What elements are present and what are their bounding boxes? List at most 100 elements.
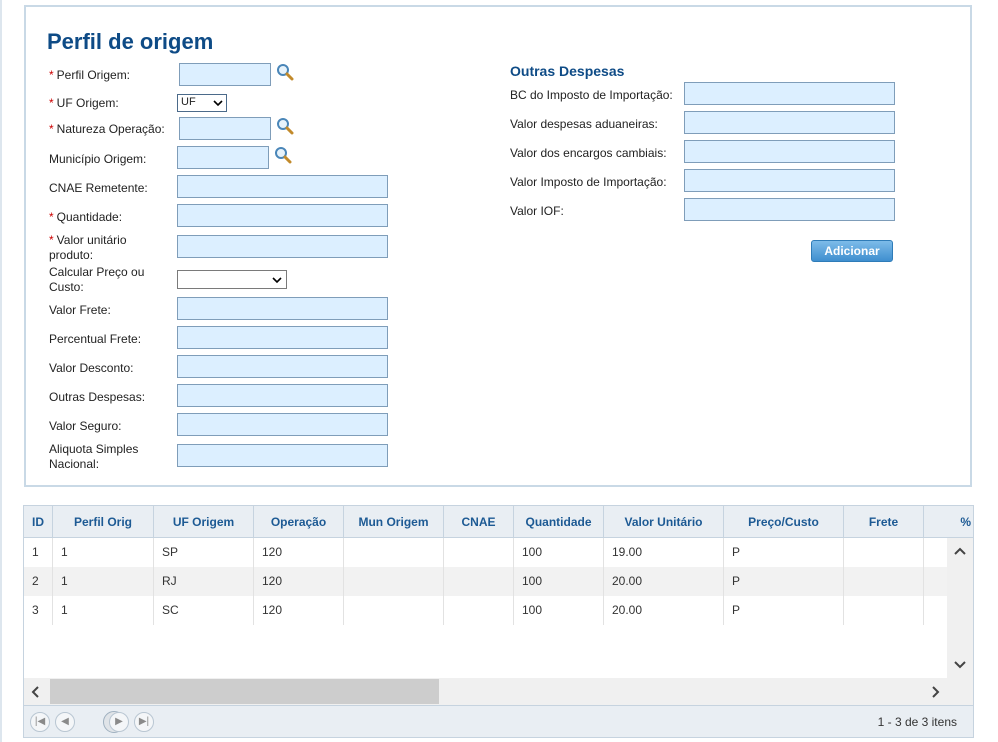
municipio-origem-input[interactable] [177, 146, 269, 169]
valor-seguro-label: Valor Seguro: [49, 419, 122, 433]
col-header-operacao[interactable]: Operação [254, 506, 344, 538]
vertical-scrollbar[interactable] [947, 538, 973, 678]
despesas-aduaneiras-input[interactable] [684, 111, 895, 134]
magnifier-icon[interactable] [274, 146, 292, 164]
horizontal-scrollbar[interactable] [24, 678, 973, 705]
cell-uf: SP [154, 538, 254, 567]
percentual-frete-label: Percentual Frete: [49, 332, 142, 346]
last-page-icon: ▶| [138, 716, 150, 727]
adicionar-button[interactable]: Adicionar [811, 240, 893, 262]
grid-pager: |◀ ◀ 1 ▶ ▶| 1 - 3 de 3 itens [24, 705, 973, 737]
cell-cnae [444, 567, 514, 596]
col-header-valor-unitario[interactable]: Valor Unitário [604, 506, 724, 538]
col-header-perfil[interactable]: Perfil Orig [53, 506, 154, 538]
valor-unitario-label: * Valor unitário produto: [49, 233, 127, 262]
col-header-id[interactable]: ID [24, 506, 53, 538]
results-grid: ID Perfil Orig UF Origem Operação Mun Or… [23, 505, 974, 738]
cell-id: 2 [24, 567, 53, 596]
first-page-button[interactable]: |◀ [30, 712, 50, 732]
cell-quantidade: 100 [514, 596, 604, 625]
valor-unitario-input[interactable] [177, 235, 388, 258]
page-title: Perfil de origem [47, 29, 214, 54]
cell-valor-unitario: 20.00 [604, 567, 724, 596]
cell-preco-custo: P [724, 538, 844, 567]
col-header-uf[interactable]: UF Origem [154, 506, 254, 538]
magnifier-icon[interactable] [276, 63, 294, 81]
perfil-origem-label: * Perfil Origem: [49, 68, 131, 82]
iof-input[interactable] [684, 198, 895, 221]
cell-frete [844, 567, 924, 596]
chevron-left-icon[interactable] [30, 685, 40, 699]
cell-mun [344, 596, 444, 625]
next-page-button[interactable]: ▶ [109, 712, 129, 732]
cell-uf: RJ [154, 567, 254, 596]
col-header-preco-custo[interactable]: Preço/Custo [724, 506, 844, 538]
uf-origem-select[interactable]: UF [177, 94, 227, 112]
col-header-quantidade[interactable]: Quantidade [514, 506, 604, 538]
cell-quantidade: 100 [514, 538, 604, 567]
bc-imposto-input[interactable] [684, 82, 895, 105]
col-header-percent[interactable]: % [924, 506, 973, 538]
form-panel: Perfil de origem * Perfil Origem: * UF Ori… [24, 5, 972, 487]
aliquota-label: Aliquota Simples Nacional: [49, 442, 139, 471]
magnifier-icon[interactable] [276, 117, 294, 135]
cnae-remetente-label: CNAE Remetente: [49, 181, 148, 195]
table-row[interactable]: 1 1 SP 120 100 19.00 P [24, 538, 947, 567]
cell-operacao: 120 [254, 567, 344, 596]
valor-desconto-label: Valor Desconto: [49, 361, 134, 375]
chevron-down-icon[interactable] [953, 660, 967, 670]
prev-page-icon: ◀ [61, 716, 69, 727]
cell-cnae [444, 538, 514, 567]
last-page-button[interactable]: ▶| [134, 712, 154, 732]
natureza-operacao-input[interactable] [179, 117, 271, 140]
page-edge [0, 0, 2, 742]
chevron-right-icon[interactable] [931, 685, 941, 699]
cell-mun [344, 567, 444, 596]
calcular-select[interactable] [177, 270, 287, 289]
valor-frete-input[interactable] [177, 297, 388, 320]
outras-despesas-input[interactable] [177, 384, 388, 407]
outras-despesas-title: Outras Despesas [510, 63, 625, 79]
cell-operacao: 120 [254, 596, 344, 625]
encargos-cambiais-input[interactable] [684, 140, 895, 163]
outras-despesas-label: Outras Despesas: [49, 390, 146, 404]
table-row[interactable]: 2 1 RJ 120 100 20.00 P [24, 567, 947, 596]
col-header-cnae[interactable]: CNAE [444, 506, 514, 538]
cell-frete [844, 596, 924, 625]
horizontal-scroll-thumb[interactable] [50, 679, 439, 704]
valor-seguro-input[interactable] [177, 413, 388, 436]
municipio-origem-label: Município Origem: [49, 152, 147, 166]
imposto-importacao-label: Valor Imposto de Importação: [510, 175, 667, 189]
pager-info: 1 - 3 de 3 itens [877, 715, 957, 729]
quantidade-label: * Quantidade: [49, 210, 123, 224]
col-header-frete[interactable]: Frete [844, 506, 924, 538]
perfil-origem-input[interactable] [179, 63, 271, 86]
calcular-label: Calcular Preço ou Custo: [49, 265, 145, 294]
cnae-remetente-input[interactable] [177, 175, 388, 198]
imposto-importacao-input[interactable] [684, 169, 895, 192]
percentual-frete-input[interactable] [177, 326, 388, 349]
valor-desconto-input[interactable] [177, 355, 388, 378]
quantidade-input[interactable] [177, 204, 388, 227]
bc-imposto-label: BC do Imposto de Importação: [510, 88, 673, 102]
cell-operacao: 120 [254, 538, 344, 567]
cell-id: 3 [24, 596, 53, 625]
chevron-down-icon [272, 277, 282, 284]
cell-perfil: 1 [53, 567, 154, 596]
cell-perfil: 1 [53, 538, 154, 567]
cell-uf: SC [154, 596, 254, 625]
prev-page-button[interactable]: ◀ [55, 712, 75, 732]
cell-quantidade: 100 [514, 567, 604, 596]
col-header-mun[interactable]: Mun Origem [344, 506, 444, 538]
table-row[interactable]: 3 1 SC 120 100 20.00 P [24, 596, 947, 625]
grid-header: ID Perfil Orig UF Origem Operação Mun Or… [24, 506, 973, 538]
cell-valor-unitario: 19.00 [604, 538, 724, 567]
cell-id: 1 [24, 538, 53, 567]
chevron-up-icon[interactable] [953, 546, 967, 556]
uf-origem-label: * UF Origem: [49, 96, 119, 110]
first-page-icon: |◀ [34, 716, 46, 727]
aliquota-input[interactable] [177, 444, 388, 467]
cell-preco-custo: P [724, 567, 844, 596]
encargos-cambiais-label: Valor dos encargos cambiais: [510, 146, 667, 160]
cell-perfil: 1 [53, 596, 154, 625]
